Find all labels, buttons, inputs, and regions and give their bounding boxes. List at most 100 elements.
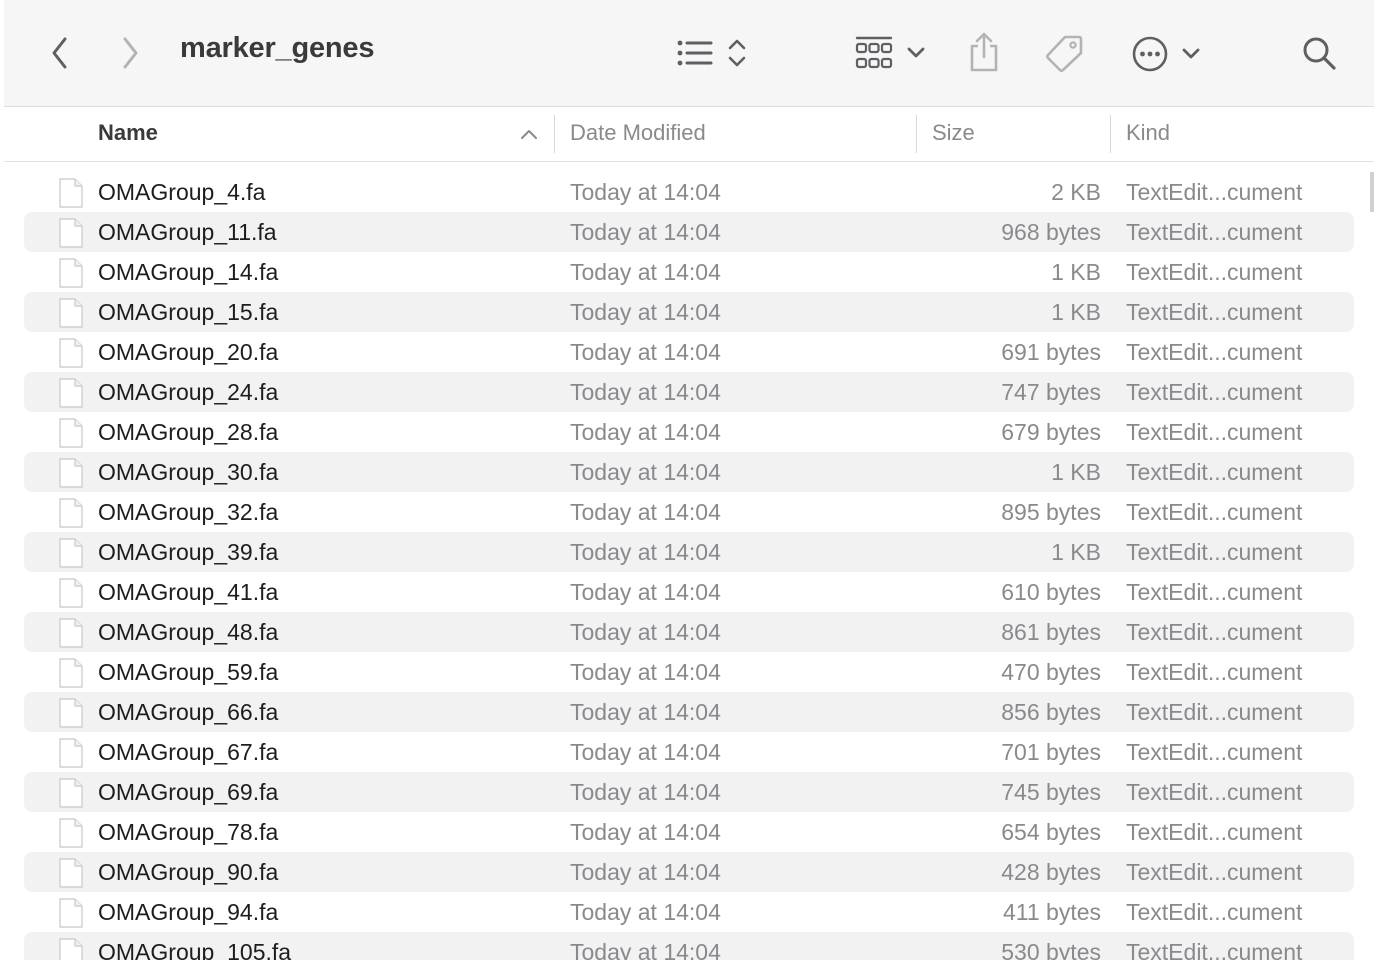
file-kind: TextEdit...cument bbox=[1126, 539, 1303, 565]
file-row[interactable]: OMAGroup_78.fa Today at 14:04 654 bytes Tex… bbox=[24, 812, 1354, 852]
tag-icon bbox=[1045, 35, 1083, 73]
search-icon bbox=[1303, 37, 1336, 70]
document-icon bbox=[59, 298, 83, 328]
grid-group-icon bbox=[855, 36, 893, 69]
file-row[interactable]: OMAGroup_41.fa Today at 14:04 610 bytes Tex… bbox=[24, 572, 1354, 612]
file-name: OMAGroup_105.fa bbox=[98, 939, 292, 960]
file-date-modified: Today at 14:04 bbox=[570, 219, 721, 245]
file-date-modified: Today at 14:04 bbox=[570, 899, 721, 925]
column-header-kind[interactable]: Kind bbox=[1126, 107, 1366, 161]
view-options-button[interactable] bbox=[672, 32, 752, 74]
column-header-name[interactable]: Name bbox=[98, 107, 548, 161]
share-button[interactable] bbox=[964, 28, 1004, 76]
file-row[interactable]: OMAGroup_4.fa Today at 14:04 2 KB TextEdit.… bbox=[24, 172, 1354, 212]
file-date-modified: Today at 14:04 bbox=[570, 619, 721, 645]
file-kind: TextEdit...cument bbox=[1126, 699, 1303, 725]
file-name: OMAGroup_39.fa bbox=[98, 539, 279, 565]
file-size: 470 bytes bbox=[1001, 659, 1101, 685]
document-icon bbox=[59, 378, 83, 408]
search-button[interactable] bbox=[1298, 32, 1340, 74]
finder-window: marker_genes Name Date Modified Size Kin… bbox=[4, 0, 1374, 960]
file-date-modified: Today at 14:04 bbox=[570, 539, 721, 565]
file-date-modified: Today at 14:04 bbox=[570, 659, 721, 685]
document-icon bbox=[59, 818, 83, 848]
file-date-modified: Today at 14:04 bbox=[570, 179, 721, 205]
back-button[interactable] bbox=[40, 30, 80, 76]
file-date-modified: Today at 14:04 bbox=[570, 579, 721, 605]
file-date-modified: Today at 14:04 bbox=[570, 419, 721, 445]
column-divider[interactable] bbox=[554, 115, 555, 153]
file-row[interactable]: OMAGroup_32.fa Today at 14:04 895 bytes Tex… bbox=[24, 492, 1354, 532]
more-actions-button[interactable] bbox=[1126, 32, 1206, 76]
document-icon bbox=[59, 218, 83, 248]
file-row[interactable]: OMAGroup_28.fa Today at 14:04 679 bytes Tex… bbox=[24, 412, 1354, 452]
toolbar: marker_genes bbox=[4, 0, 1374, 107]
column-header-size[interactable]: Size bbox=[932, 107, 1102, 161]
forward-button[interactable] bbox=[110, 30, 150, 76]
file-size: 691 bytes bbox=[1001, 339, 1101, 365]
file-row[interactable]: OMAGroup_66.fa Today at 14:04 856 bytes Tex… bbox=[24, 692, 1354, 732]
file-size: 1 KB bbox=[1051, 299, 1101, 325]
file-row[interactable]: OMAGroup_67.fa Today at 14:04 701 bytes Tex… bbox=[24, 732, 1354, 772]
file-row[interactable]: OMAGroup_39.fa Today at 14:04 1 KB TextEdit… bbox=[24, 532, 1354, 572]
file-kind: TextEdit...cument bbox=[1126, 339, 1303, 365]
file-row[interactable]: OMAGroup_69.fa Today at 14:04 745 bytes Tex… bbox=[24, 772, 1354, 812]
file-name: OMAGroup_11.fa bbox=[98, 219, 277, 245]
document-icon bbox=[59, 658, 83, 688]
document-icon bbox=[59, 898, 83, 928]
file-kind: TextEdit...cument bbox=[1126, 419, 1303, 445]
file-size: 701 bytes bbox=[1001, 739, 1101, 765]
sort-arrows-icon bbox=[728, 39, 746, 67]
chevron-down-icon bbox=[1182, 48, 1200, 59]
column-divider[interactable] bbox=[1110, 115, 1111, 153]
file-name: OMAGroup_4.fa bbox=[98, 179, 266, 205]
document-icon bbox=[59, 778, 83, 808]
document-icon bbox=[59, 858, 83, 888]
chevron-down-icon bbox=[907, 47, 925, 58]
list-view-icon bbox=[677, 40, 713, 66]
file-row[interactable]: OMAGroup_30.fa Today at 14:04 1 KB TextEdit… bbox=[24, 452, 1354, 492]
file-row[interactable]: OMAGroup_59.fa Today at 14:04 470 bytes Tex… bbox=[24, 652, 1354, 692]
file-size: 747 bytes bbox=[1001, 379, 1101, 405]
file-row[interactable]: OMAGroup_48.fa Today at 14:04 861 bytes Tex… bbox=[24, 612, 1354, 652]
file-kind: TextEdit...cument bbox=[1126, 459, 1303, 485]
file-kind: TextEdit...cument bbox=[1126, 819, 1303, 845]
file-date-modified: Today at 14:04 bbox=[570, 459, 721, 485]
document-icon bbox=[59, 338, 83, 368]
file-date-modified: Today at 14:04 bbox=[570, 339, 721, 365]
file-kind: TextEdit...cument bbox=[1126, 259, 1303, 285]
more-icon bbox=[1132, 36, 1168, 72]
file-kind: TextEdit...cument bbox=[1126, 659, 1303, 685]
file-row[interactable]: OMAGroup_11.fa Today at 14:04 968 bytes Tex… bbox=[24, 212, 1354, 252]
scrollbar[interactable] bbox=[1370, 172, 1374, 212]
file-size: 895 bytes bbox=[1001, 499, 1101, 525]
file-size: 1 KB bbox=[1051, 459, 1101, 485]
file-name: OMAGroup_28.fa bbox=[98, 419, 279, 445]
file-kind: TextEdit...cument bbox=[1126, 739, 1303, 765]
file-row[interactable]: OMAGroup_105.fa Today at 14:04 530 bytes Te… bbox=[24, 932, 1354, 960]
file-kind: TextEdit...cument bbox=[1126, 299, 1303, 325]
file-name: OMAGroup_20.fa bbox=[98, 339, 279, 365]
share-icon bbox=[970, 32, 998, 72]
group-button[interactable] bbox=[850, 32, 930, 74]
file-row[interactable]: OMAGroup_24.fa Today at 14:04 747 bytes Tex… bbox=[24, 372, 1354, 412]
file-row[interactable]: OMAGroup_14.fa Today at 14:04 1 KB TextEdit… bbox=[24, 252, 1354, 292]
file-row[interactable]: OMAGroup_94.fa Today at 14:04 411 bytes Tex… bbox=[24, 892, 1354, 932]
column-divider[interactable] bbox=[916, 115, 917, 153]
file-name: OMAGroup_30.fa bbox=[98, 459, 279, 485]
file-date-modified: Today at 14:04 bbox=[570, 819, 721, 845]
column-header-date[interactable]: Date Modified bbox=[570, 107, 910, 161]
column-header-date-label: Date Modified bbox=[570, 120, 706, 145]
tag-button[interactable] bbox=[1040, 30, 1088, 76]
file-name: OMAGroup_32.fa bbox=[98, 499, 279, 525]
file-row[interactable]: OMAGroup_90.fa Today at 14:04 428 bytes Tex… bbox=[24, 852, 1354, 892]
document-icon bbox=[59, 538, 83, 568]
column-header-row: Name Date Modified Size Kind bbox=[4, 107, 1374, 162]
file-size: 610 bytes bbox=[1001, 579, 1101, 605]
file-kind: TextEdit...cument bbox=[1126, 379, 1303, 405]
file-size: 1 KB bbox=[1051, 259, 1101, 285]
file-kind: TextEdit...cument bbox=[1126, 179, 1303, 205]
sort-ascending-icon[interactable] bbox=[520, 128, 538, 140]
file-row[interactable]: OMAGroup_15.fa Today at 14:04 1 KB TextEdit… bbox=[24, 292, 1354, 332]
file-row[interactable]: OMAGroup_20.fa Today at 14:04 691 bytes Tex… bbox=[24, 332, 1354, 372]
